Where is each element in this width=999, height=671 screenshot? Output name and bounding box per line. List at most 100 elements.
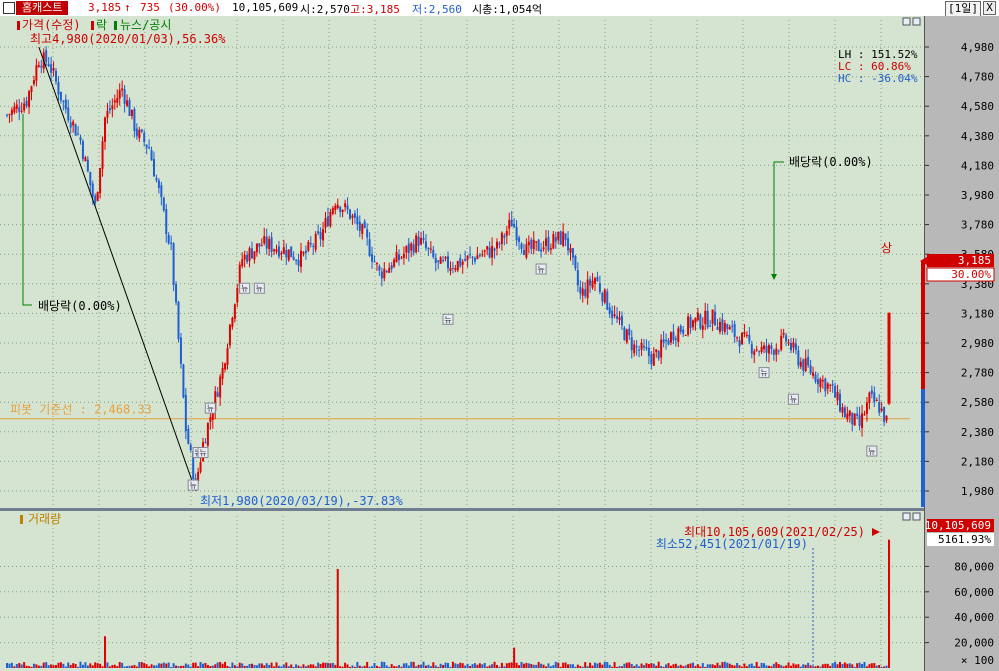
volume-bar	[508, 662, 511, 668]
price-legend[interactable]: 가격(수정)	[22, 18, 81, 32]
volume-bar	[775, 662, 778, 668]
candle-body	[464, 258, 467, 261]
volume-bar	[564, 662, 567, 668]
volume-bar	[711, 664, 714, 668]
candle-body	[140, 129, 143, 132]
volume-bar	[339, 666, 342, 668]
candle-body	[714, 311, 717, 326]
volume-bar	[699, 666, 702, 668]
candle-body	[167, 234, 170, 244]
candle-body	[486, 246, 489, 250]
volume-bar	[878, 664, 881, 668]
candle-body	[684, 334, 687, 336]
volume-bar	[224, 661, 227, 668]
volume-bar	[189, 666, 192, 668]
stock-chart[interactable]: 피봇 기준선 : 2,468.33 가격(수정) 락 뉴스/공시 최고4,980…	[0, 16, 999, 671]
volume-bar	[657, 661, 660, 668]
volume-bar	[669, 665, 672, 668]
volume-bar	[802, 664, 805, 668]
volume-bar	[8, 663, 11, 668]
candle-body	[557, 231, 560, 240]
volume-bar	[643, 665, 645, 668]
volume-panel-maximize-button[interactable]	[902, 512, 911, 521]
volume-bar	[329, 663, 332, 668]
volume-bar	[162, 662, 165, 668]
volume-bar	[843, 662, 846, 668]
ex-legend[interactable]: 락	[96, 18, 107, 32]
candle-body	[775, 348, 778, 355]
volume-bar	[96, 663, 99, 668]
candle-body	[819, 378, 822, 388]
price-tick-label: 3,780	[961, 219, 994, 232]
candle-body	[586, 279, 589, 298]
volume-bar	[581, 666, 584, 668]
volume-bar	[312, 664, 315, 668]
volume-bar	[821, 664, 824, 668]
candle-body	[763, 345, 766, 350]
volume-bar	[324, 662, 327, 668]
candle-body	[424, 241, 427, 249]
price-panel-maximize-button[interactable]	[902, 17, 911, 26]
period-selector[interactable]: [1일]	[945, 1, 981, 17]
price-panel-close-button[interactable]	[912, 17, 921, 26]
pivot-label: 피봇 기준선 : 2,468.33	[10, 403, 152, 417]
volume-bar	[197, 666, 200, 668]
candle-body	[454, 268, 457, 270]
candle-body	[405, 246, 408, 253]
candle-body	[770, 345, 773, 350]
volume-bar	[292, 666, 295, 668]
ex-legend-marker	[91, 21, 94, 30]
volume-bar	[456, 664, 459, 668]
volume-bar	[25, 665, 28, 668]
volume-bar	[819, 666, 822, 668]
candle-body	[10, 109, 13, 115]
candle-body	[172, 243, 175, 285]
candle-body	[69, 122, 72, 128]
volume-bar	[356, 661, 359, 668]
volume-bar	[848, 663, 851, 668]
candle-body	[723, 323, 726, 332]
volume-bar	[388, 666, 391, 668]
volume-bar	[300, 666, 302, 668]
volume-bar	[20, 664, 23, 668]
volume-bar	[18, 663, 21, 668]
candle-body	[843, 407, 846, 418]
volume-bar	[518, 665, 521, 668]
volume-bar	[785, 665, 788, 668]
candle-body	[579, 287, 582, 294]
candle-body	[385, 271, 388, 273]
candle-body	[45, 50, 48, 63]
news-legend[interactable]: 뉴스/공시	[120, 18, 171, 32]
candle-body	[263, 236, 266, 244]
candle-body	[628, 328, 631, 336]
volume-bar	[601, 664, 604, 668]
volume-bar	[696, 664, 699, 668]
candle-body	[243, 254, 246, 260]
volume-bar	[77, 666, 80, 668]
volume-bar	[285, 662, 288, 668]
volume-bar	[268, 664, 271, 668]
price-tick-label: 4,580	[961, 100, 994, 113]
candle-body	[755, 349, 758, 351]
volume-bar	[74, 663, 77, 668]
candle-body	[787, 342, 790, 344]
candle-body	[344, 203, 347, 208]
stock-name[interactable]: 홈캐스트	[16, 1, 69, 15]
price-tick-label: 4,180	[961, 159, 994, 172]
volume-bar	[745, 666, 748, 668]
volume-bar	[375, 665, 378, 668]
volume-panel-close-button[interactable]	[912, 512, 921, 521]
max-price-label: 최고4,980(2020/01/03),56.36%	[30, 32, 226, 46]
close-icon[interactable]: X	[983, 1, 996, 15]
candle-body	[331, 208, 334, 214]
volume-bar	[772, 663, 775, 668]
volume-bar	[584, 662, 587, 668]
volume-bar	[429, 666, 432, 668]
volume-bar	[616, 666, 619, 668]
select-checkbox[interactable]	[3, 2, 15, 14]
candle-body	[853, 413, 856, 426]
candle-body	[248, 248, 251, 261]
price-legend-marker	[17, 21, 20, 30]
candle-body	[383, 268, 386, 279]
volume-legend[interactable]: 거래량	[28, 512, 61, 526]
